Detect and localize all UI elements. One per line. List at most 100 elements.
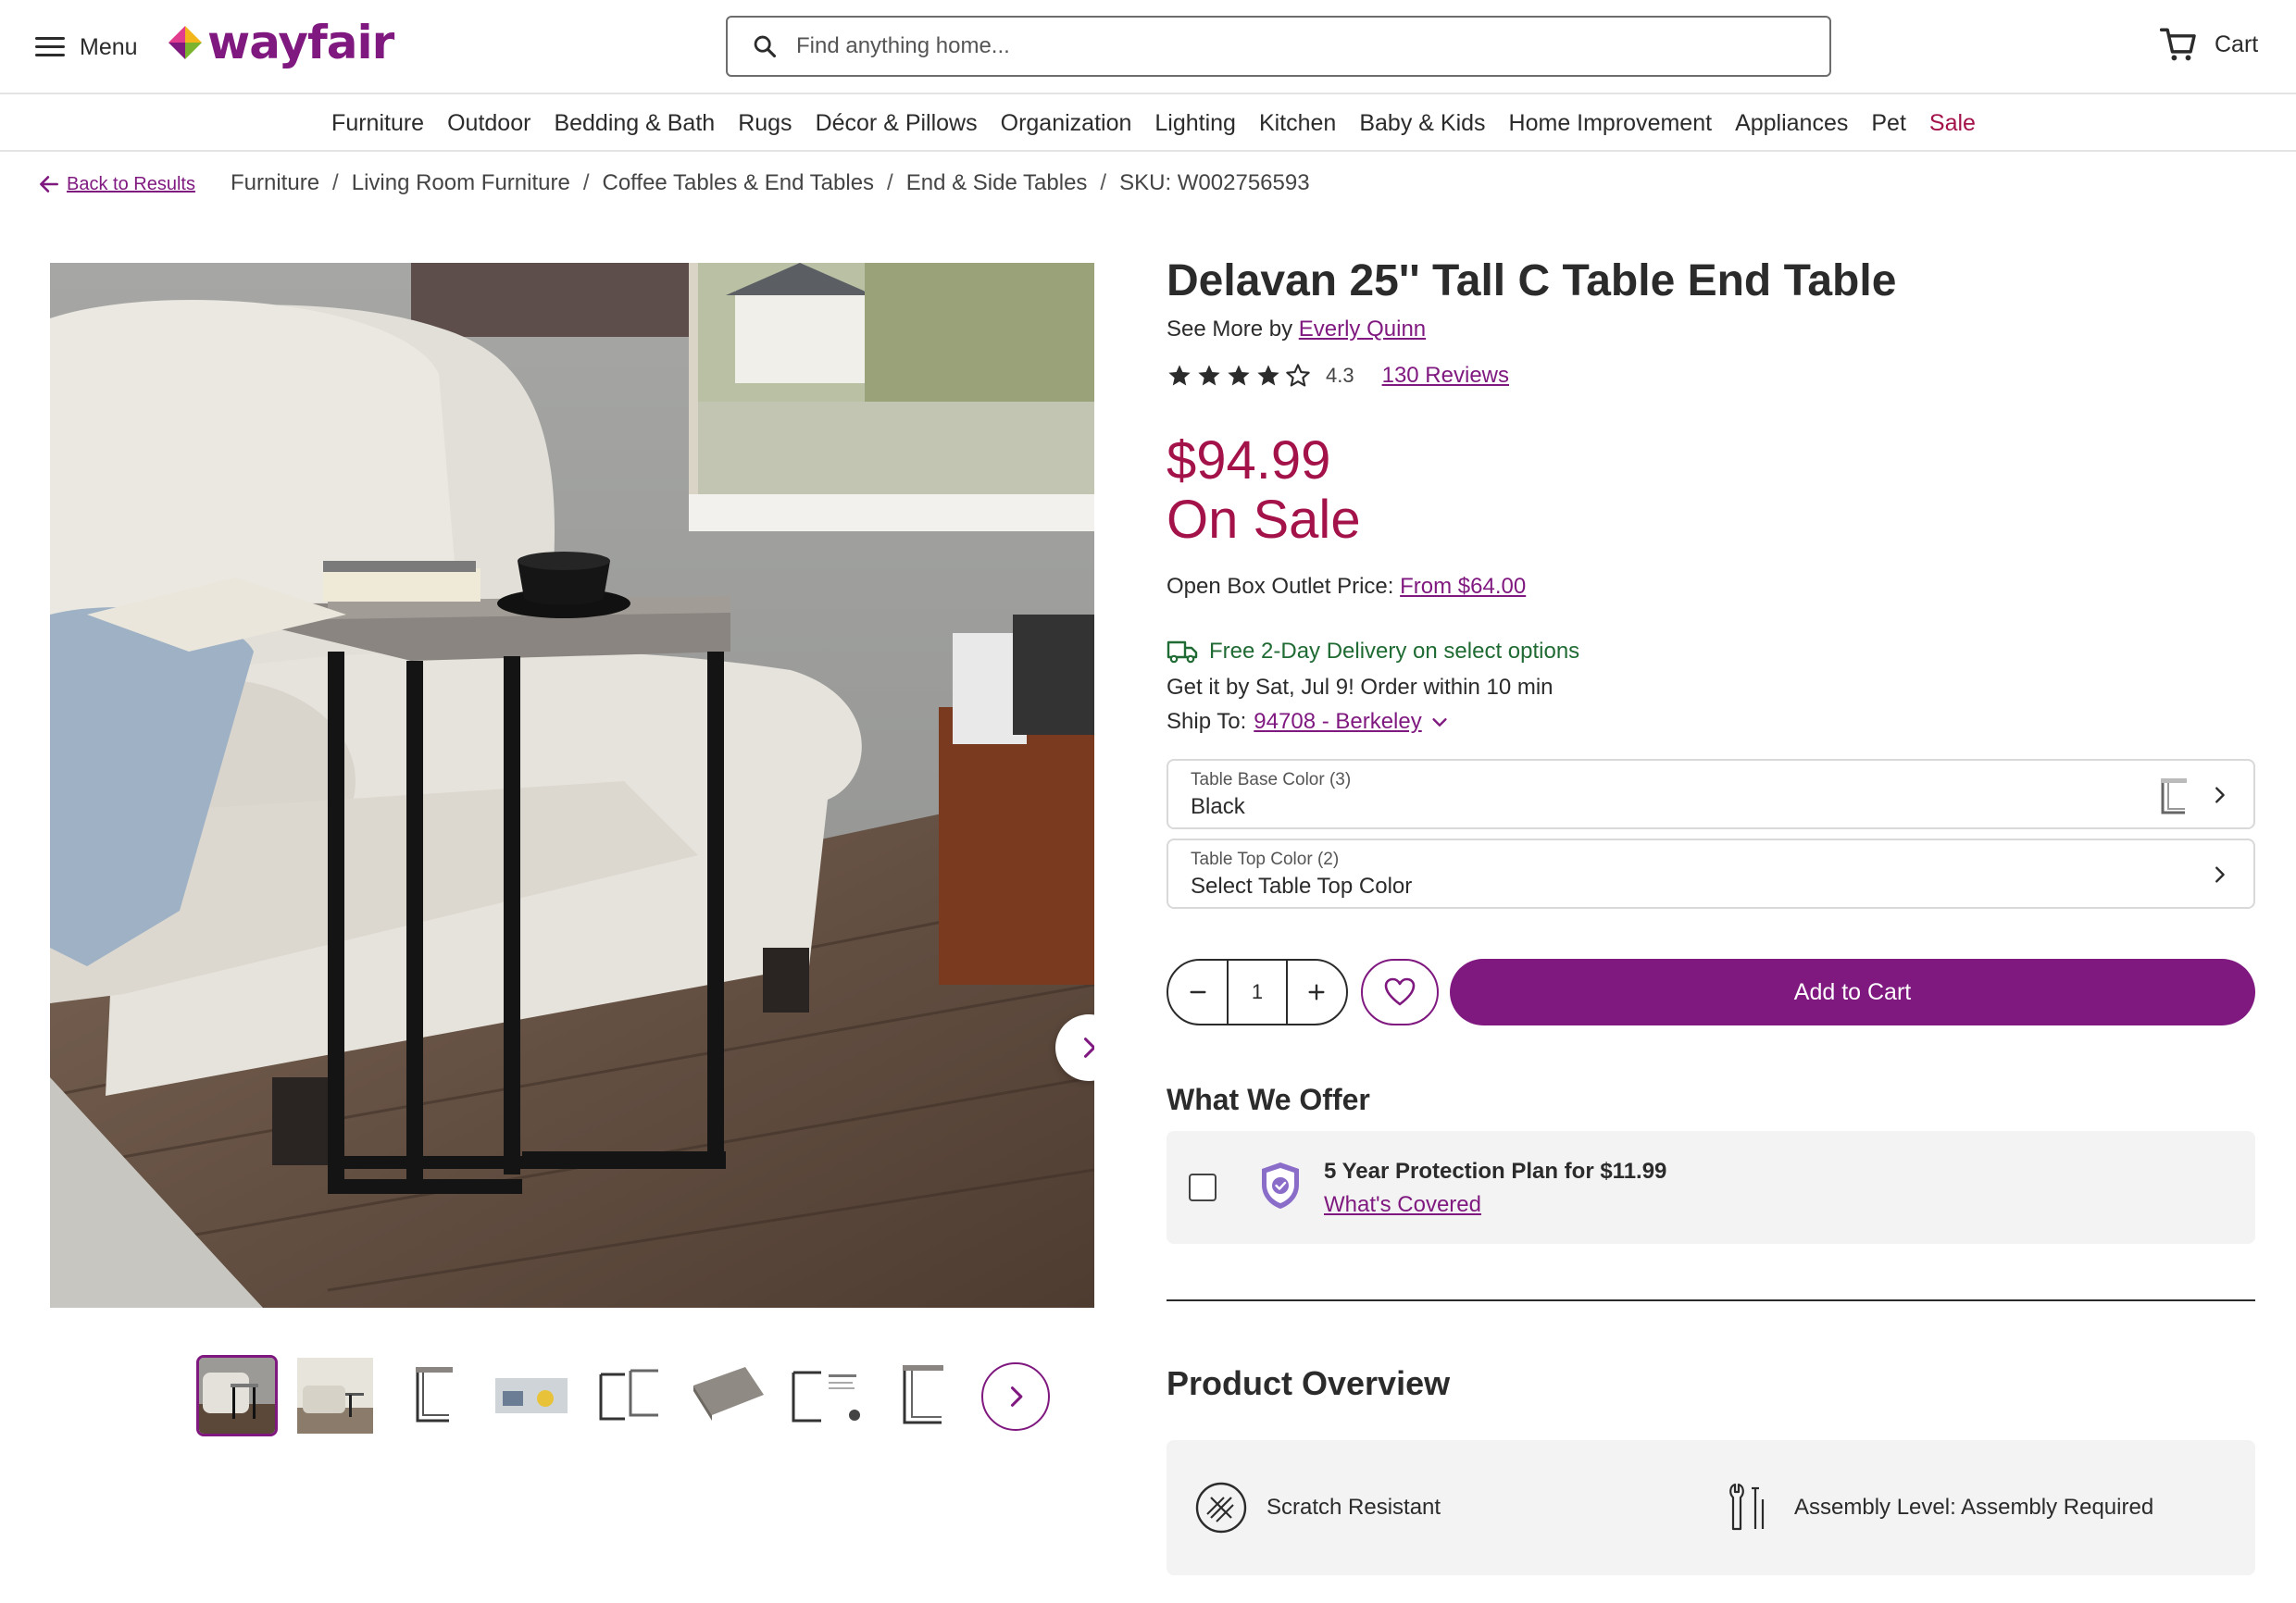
plus-icon	[1308, 984, 1325, 1000]
breadcrumb-item[interactable]: End & Side Tables	[906, 170, 1088, 196]
brand-link[interactable]: Everly Quinn	[1299, 317, 1426, 342]
thumbnail[interactable]	[883, 1355, 965, 1436]
chevron-right-icon	[1010, 1386, 1023, 1407]
breadcrumb-item[interactable]: Coffee Tables & End Tables	[603, 170, 875, 196]
logo-mark-icon	[168, 26, 202, 59]
nav-furniture[interactable]: Furniture	[331, 110, 424, 137]
get-it-by: Get it by Sat, Jul 9! Order within 10 mi…	[1167, 675, 1554, 700]
section-divider	[1167, 1299, 2255, 1301]
protection-plan-offer: 5 Year Protection Plan for $11.99 What's…	[1167, 1131, 2255, 1244]
feature-label: Scratch Resistant	[1267, 1495, 1441, 1520]
thumbnail-image	[297, 1358, 373, 1434]
chevron-right-icon	[2215, 866, 2225, 883]
thumbnail[interactable]	[589, 1355, 670, 1436]
shield-check-icon	[1262, 1162, 1299, 1209]
chevron-down-icon[interactable]	[1429, 712, 1450, 732]
breadcrumb-separator: /	[332, 170, 339, 195]
search-input[interactable]	[796, 33, 1815, 59]
thumbnail[interactable]	[785, 1355, 867, 1436]
whats-covered-link[interactable]: What's Covered	[1324, 1192, 1481, 1218]
feature-item: Assembly Level: Assembly Required	[1722, 1481, 2153, 1535]
search-icon	[754, 35, 777, 58]
menu-button[interactable]: Menu	[35, 28, 138, 67]
thumbnail-image	[792, 1371, 860, 1423]
site-header: Menu wayfair Cart	[0, 0, 2296, 94]
delivery-text: Free 2-Day Delivery on select options	[1209, 639, 1580, 664]
thumbnail[interactable]	[294, 1355, 376, 1436]
nav-baby-kids[interactable]: Baby & Kids	[1359, 110, 1485, 137]
thumbnail-image	[416, 1367, 453, 1423]
nav-bedding-bath[interactable]: Bedding & Bath	[554, 110, 715, 137]
logo-text: wayfair	[207, 16, 394, 69]
nav-lighting[interactable]: Lighting	[1154, 110, 1236, 137]
quantity-value[interactable]: 1	[1227, 961, 1288, 1024]
nav-organization[interactable]: Organization	[1001, 110, 1132, 137]
rating-summary: 4.3 130 Reviews	[1167, 363, 1509, 389]
chevron-right-icon	[1083, 1038, 1094, 1058]
wayfair-logo[interactable]: wayfair	[167, 16, 394, 69]
product-price: $94.99	[1167, 430, 1331, 491]
back-to-results-link[interactable]: Back to Results	[37, 172, 195, 196]
add-to-cart-button[interactable]: Add to Cart	[1450, 959, 2255, 1025]
add-to-favorites-button[interactable]	[1361, 959, 1439, 1025]
star-icon	[1228, 365, 1250, 386]
table-top-color-selector[interactable]: Table Top Color (2) Select Table Top Col…	[1167, 839, 2255, 909]
reviews-link[interactable]: 130 Reviews	[1382, 363, 1509, 389]
thumbnail[interactable]	[687, 1355, 768, 1436]
nav-rugs[interactable]: Rugs	[738, 110, 792, 137]
feature-item: Scratch Resistant	[1194, 1481, 1441, 1535]
protection-plan-text: 5 Year Protection Plan for $11.99	[1324, 1159, 1667, 1184]
heart-icon	[1384, 977, 1416, 1006]
open-box-label: Open Box Outlet Price:	[1167, 574, 1394, 599]
thumbnail[interactable]	[393, 1355, 474, 1436]
open-box-price: Open Box Outlet Price: From $64.00	[1167, 574, 1526, 600]
nav-outdoor[interactable]: Outdoor	[447, 110, 530, 137]
nav-home-improvement[interactable]: Home Improvement	[1509, 110, 1713, 137]
category-nav: Furniture Outdoor Bedding & Bath Rugs Dé…	[0, 96, 2296, 152]
truck-icon	[1167, 640, 1198, 664]
nav-appliances[interactable]: Appliances	[1735, 110, 1848, 137]
see-more-prefix: See More by	[1167, 317, 1293, 342]
star-icon	[1168, 365, 1191, 386]
thumbnail-image	[495, 1378, 568, 1413]
cart-button[interactable]: Cart	[2159, 25, 2258, 64]
nav-kitchen[interactable]: Kitchen	[1259, 110, 1336, 137]
thumbnail[interactable]	[491, 1355, 572, 1436]
product-main-image[interactable]	[50, 263, 1094, 1308]
thumbnail[interactable]	[196, 1355, 278, 1436]
wrench-icon	[1729, 1483, 1765, 1531]
feature-label: Assembly Level: Assembly Required	[1794, 1495, 2154, 1520]
protection-plan-checkbox[interactable]	[1189, 1174, 1217, 1201]
ship-to-zip-link[interactable]: 94708 - Berkeley	[1254, 709, 1421, 735]
increase-quantity-button[interactable]	[1288, 961, 1346, 1024]
menu-label: Menu	[80, 33, 138, 60]
decrease-quantity-button[interactable]	[1168, 961, 1227, 1024]
star-outline-icon	[1286, 364, 1310, 387]
nav-pet[interactable]: Pet	[1871, 110, 1906, 137]
quantity-stepper: 1	[1167, 959, 1348, 1025]
breadcrumb-separator: /	[1100, 170, 1107, 195]
star-icon	[1198, 365, 1220, 386]
product-photo	[50, 263, 1094, 1308]
arrow-left-icon	[40, 176, 58, 193]
breadcrumb: Furniture / Living Room Furniture / Coff…	[231, 170, 1310, 196]
open-box-link[interactable]: From $64.00	[1400, 574, 1526, 599]
thumbnails-next-button[interactable]	[981, 1362, 1050, 1431]
breadcrumb-item[interactable]: Living Room Furniture	[352, 170, 570, 196]
option-label: Table Base Color (3)	[1191, 770, 1352, 789]
scratch-resistant-icon	[1195, 1482, 1247, 1534]
back-to-results-label: Back to Results	[67, 173, 195, 194]
nav-decor-pillows[interactable]: Décor & Pillows	[816, 110, 978, 137]
ship-to: Ship To: 94708 - Berkeley	[1167, 709, 1450, 735]
option-value: Select Table Top Color	[1191, 874, 1413, 899]
breadcrumb-item[interactable]: Furniture	[231, 170, 319, 196]
sale-label: On Sale	[1167, 490, 1361, 550]
chevron-right-icon	[2215, 787, 2225, 803]
breadcrumb-sku: SKU: W002756593	[1119, 170, 1310, 195]
thumbnail-image	[199, 1358, 275, 1434]
table-base-color-selector[interactable]: Table Base Color (3) Black	[1167, 759, 2255, 829]
option-label: Table Top Color (2)	[1191, 850, 1340, 869]
nav-sale[interactable]: Sale	[1929, 110, 1976, 137]
see-more-by: See More by Everly Quinn	[1167, 317, 1426, 342]
search-bar[interactable]	[726, 16, 1831, 77]
